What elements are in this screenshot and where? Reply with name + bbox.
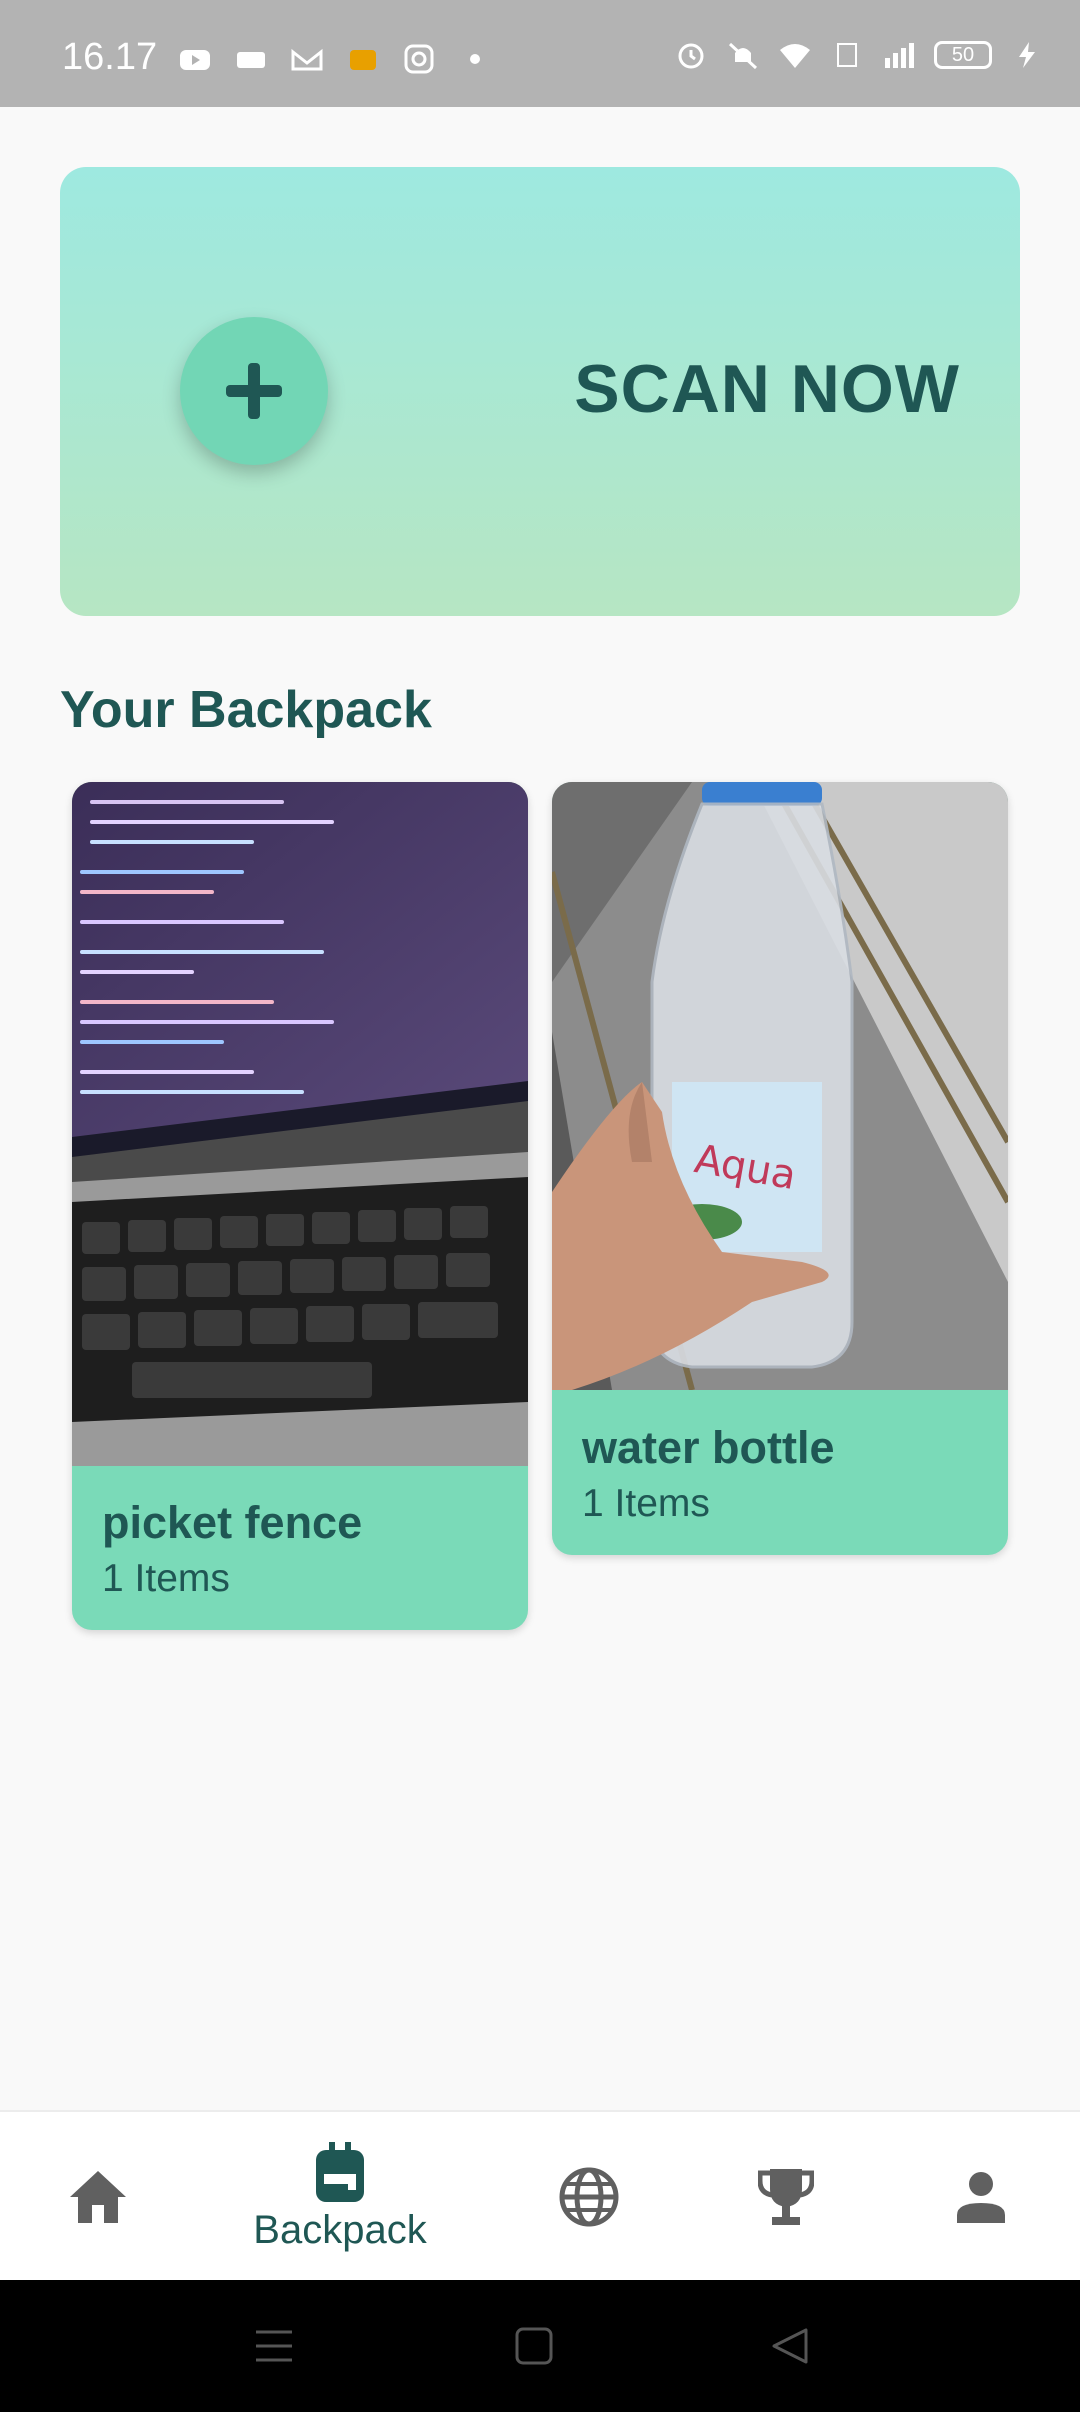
globe-icon (559, 2167, 619, 2227)
dot-icon (470, 54, 480, 64)
battery-icon: 50 (934, 41, 992, 69)
wifi-icon (780, 44, 810, 68)
scan-now-label: SCAN NOW (574, 351, 960, 427)
nav-backpack[interactable]: Backpack (240, 2112, 440, 2282)
home-icon (70, 2171, 126, 2223)
person-icon (957, 2172, 1005, 2223)
item-count: 1 Items (102, 1557, 230, 1600)
nav-trophy[interactable] (756, 2112, 816, 2282)
charging-icon (1019, 42, 1035, 68)
instagram-icon (404, 44, 434, 74)
item-count: 1 Items (582, 1482, 710, 1525)
backpack-item-card[interactable]: Aqua water bottle 1 Items (552, 782, 1008, 1555)
status-bar: 16.17 50 (0, 0, 1080, 107)
nav-backpack-label: Backpack (253, 2207, 427, 2252)
mute-icon (728, 42, 758, 70)
item-photo-laptop (72, 782, 528, 1466)
backpack-icon (316, 2141, 364, 2202)
back-icon[interactable] (770, 2326, 810, 2366)
home-button-icon[interactable] (514, 2326, 554, 2366)
signal-icon (885, 43, 914, 68)
trophy-icon (758, 2169, 814, 2225)
youtube-icon (180, 50, 210, 70)
scan-card[interactable]: SCAN NOW (60, 167, 1020, 616)
nav-home[interactable] (60, 2112, 136, 2282)
alarm-icon (678, 43, 704, 69)
gmail-icon (291, 48, 323, 71)
plus-icon (226, 363, 282, 419)
message-icon (237, 52, 265, 68)
nav-profile[interactable] (952, 2112, 1010, 2282)
system-nav-bar (0, 2280, 1080, 2412)
item-name: water bottle (582, 1422, 835, 1473)
menu-icon[interactable] (254, 2326, 294, 2366)
volte-icon (837, 43, 857, 67)
backpack-title: Your Backpack (60, 681, 432, 739)
status-time: 16.17 (62, 36, 158, 78)
item-photo-bottle: Aqua (552, 782, 1008, 1390)
nav-globe[interactable] (556, 2112, 622, 2282)
bottom-nav: Backpack (0, 2110, 1080, 2282)
backpack-item-card[interactable]: picket fence 1 Items (72, 782, 528, 1630)
scan-add-button[interactable] (180, 317, 328, 465)
app-icon (350, 50, 376, 70)
item-name: picket fence (102, 1497, 363, 1548)
